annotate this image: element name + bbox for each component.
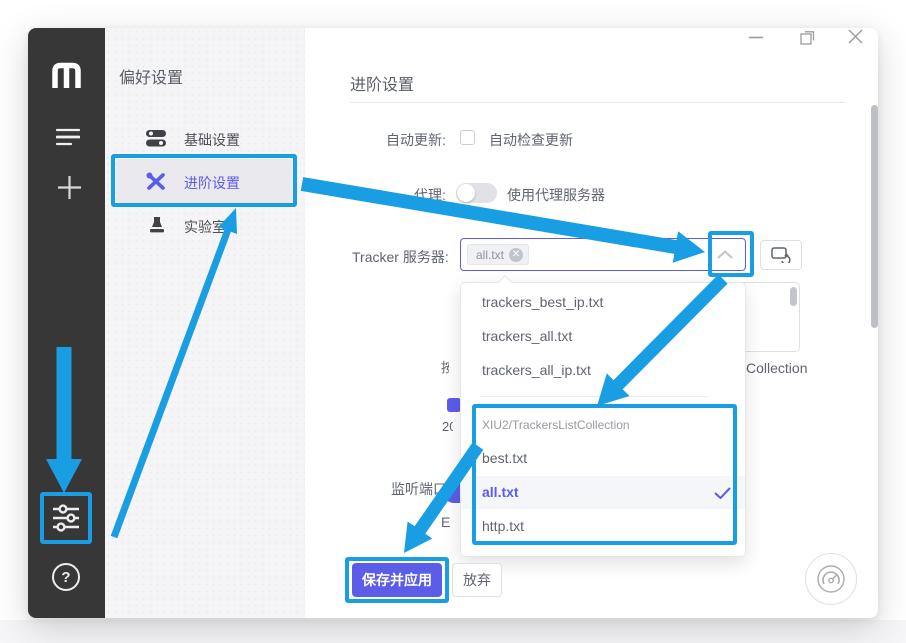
dropdown-option[interactable]: trackers_all_ip.txt [482, 362, 591, 378]
tag-close-icon[interactable]: ✕ [509, 248, 523, 262]
speed-limit-button[interactable] [805, 553, 857, 605]
trackerslist-link-fragment[interactable]: Collection [746, 360, 807, 376]
minimize-icon[interactable] [749, 36, 763, 39]
sidebar-item-lab[interactable]: 实验室 [116, 207, 292, 243]
toggle-knob [457, 184, 475, 202]
close-icon[interactable] [848, 29, 863, 44]
auto-sync-checkbox-fragment[interactable] [447, 398, 461, 412]
dropdown-divider [480, 396, 708, 397]
preferences-panel [105, 28, 305, 618]
auto-update-checkbox-label: 自动检查更新 [489, 130, 573, 150]
proxy-toggle[interactable] [456, 183, 497, 203]
help-button[interactable]: ? [52, 563, 80, 591]
motrix-logo [50, 61, 83, 88]
listen-port-label: 监听端口: [391, 479, 451, 499]
auto-update-label: 自动更新: [386, 130, 446, 150]
dropdown-option[interactable]: trackers_best_ip.txt [482, 294, 603, 310]
annotation-box-dropdown-group [472, 404, 737, 545]
text-fragment: E [441, 514, 452, 530]
window-scrollbar[interactable] [871, 105, 878, 328]
description-fragment-2: 《 [441, 379, 448, 398]
question-mark-icon: ? [61, 569, 70, 586]
description-fragment-1: 按行分隔 [441, 357, 449, 376]
tracker-label: Tracker 服务器: [352, 247, 449, 267]
speedometer-icon [815, 563, 847, 595]
annotation-box-save-button [345, 557, 449, 603]
task-list-icon[interactable] [56, 128, 80, 146]
annotation-box-advanced-menu [111, 154, 297, 207]
panel-title: 偏好设置 [119, 64, 183, 88]
lab-stamp-icon [149, 216, 165, 234]
dropdown-option[interactable]: trackers_all.txt [482, 328, 572, 344]
sync-icon [771, 247, 791, 263]
auto-update-checkbox[interactable] [460, 130, 475, 145]
annotation-box-chevron [708, 231, 754, 277]
proxy-label: 代理: [414, 185, 446, 205]
proxy-toggle-label: 使用代理服务器 [507, 185, 605, 205]
add-task-icon[interactable] [57, 175, 82, 200]
sidebar-item-basic-label: 基础设置 [184, 130, 240, 150]
sync-date-fragment: 2021 [442, 419, 453, 434]
page: ? 偏好设置 基础设置 进阶设置 实验室 [0, 0, 906, 643]
sync-trackers-button[interactable] [760, 240, 802, 270]
sidebar-item-basic[interactable]: 基础设置 [116, 120, 292, 156]
discard-button[interactable]: 放弃 [452, 563, 502, 597]
toggles-icon [146, 129, 166, 147]
textarea-scrollbar[interactable] [790, 287, 797, 306]
annotation-box-sliders-icon [40, 492, 92, 544]
tracker-tag: all.txt ✕ [467, 244, 529, 265]
page-title: 进阶设置 [350, 71, 414, 95]
page-bottom-band [0, 620, 906, 643]
sidebar-item-lab-label: 实验室 [184, 217, 226, 237]
tracker-tag-label: all.txt [476, 248, 504, 262]
title-divider [350, 102, 845, 103]
restore-icon[interactable] [800, 30, 815, 45]
